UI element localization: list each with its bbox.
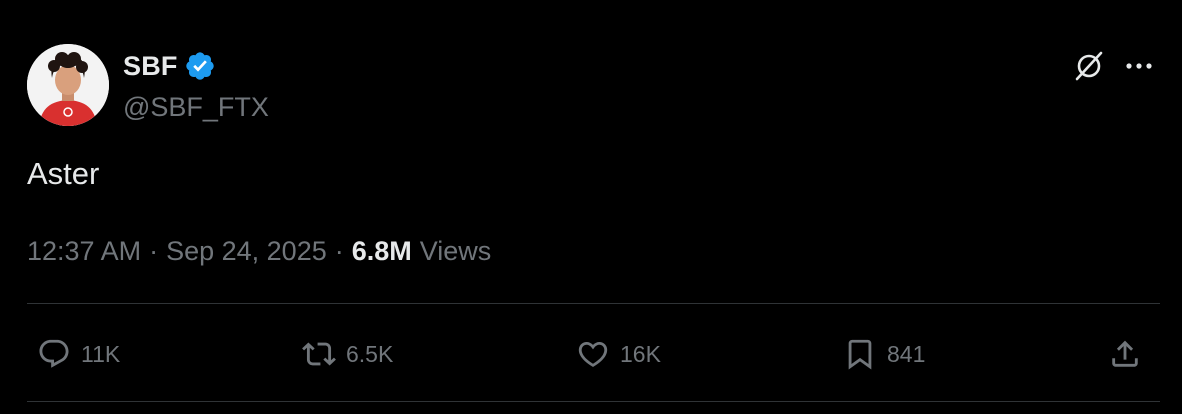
bookmark-icon [848,339,872,370]
views-count: 6.8M [351,236,412,266]
avatar[interactable] [27,44,109,126]
retweet-icon [302,342,336,366]
reply-button[interactable]: 11K [37,334,120,374]
tweet-time[interactable]: 12:37 AM [27,236,141,267]
tweet-meta: 12:37 AM · Sep 24, 2025 · 6.8M Views [27,236,491,267]
share-icon [1112,340,1138,367]
grok-icon[interactable] [1071,48,1107,84]
reply-icon [39,339,69,368]
retweet-button[interactable]: 6.5K [302,334,393,374]
tweet-date[interactable]: Sep 24, 2025 [166,236,327,267]
author-block: SBF @SBF_FTX [123,48,269,123]
views-label: Views [419,236,492,266]
divider [27,401,1160,402]
author-name[interactable]: SBF [123,51,178,82]
more-icon[interactable] [1121,48,1157,84]
meta-separator: · [334,236,344,266]
reply-count: 11K [81,340,121,367]
meta-separator: · [149,236,159,266]
like-button[interactable]: 16K [576,334,661,374]
divider [27,303,1160,304]
bookmark-count: 841 [887,340,926,367]
name-row: SBF [123,48,269,84]
tweet-header: SBF @SBF_FTX [27,44,1157,126]
retweet-count: 6.5K [346,340,394,367]
tweet-text: Aster [27,156,100,191]
heart-icon [578,341,608,367]
verified-badge-icon[interactable] [184,50,216,82]
like-count: 16K [620,340,661,367]
share-button[interactable] [1108,334,1142,374]
bookmark-button[interactable]: 841 [843,334,925,374]
author-handle[interactable]: @SBF_FTX [123,92,269,123]
